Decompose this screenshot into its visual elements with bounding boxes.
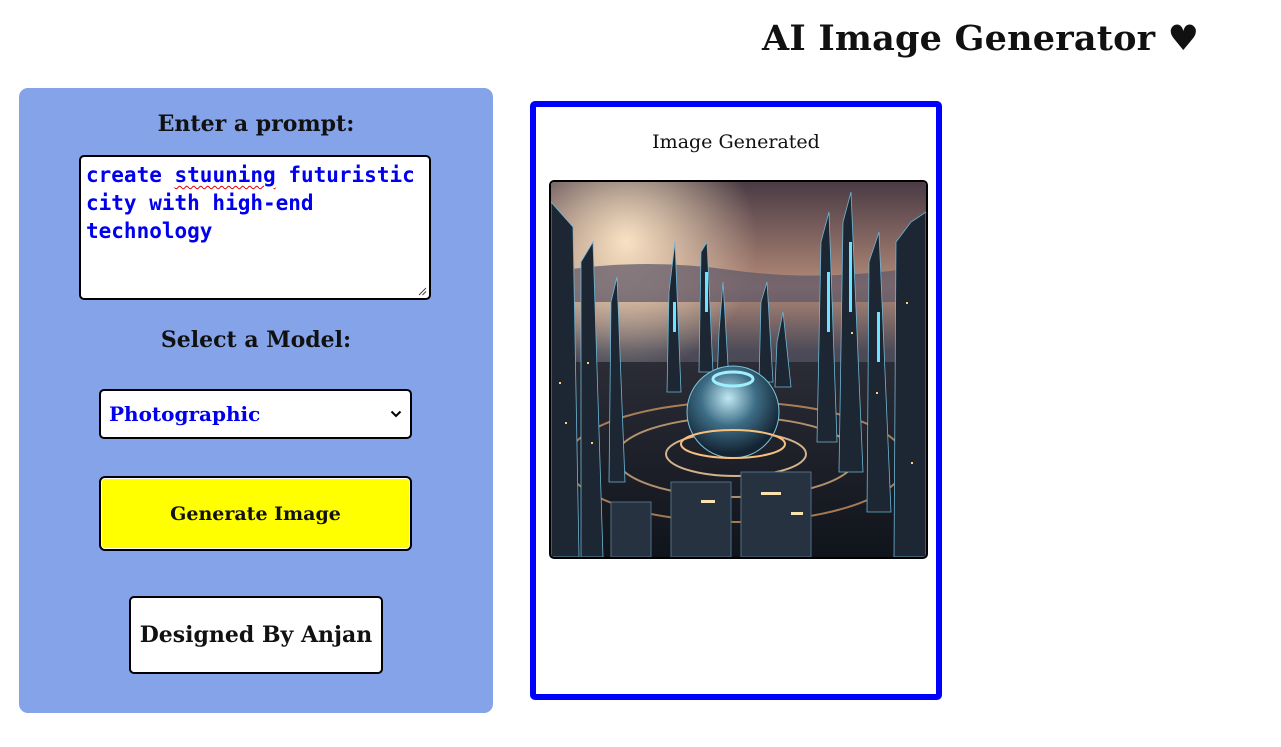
model-selected-value: Photographic — [109, 402, 261, 426]
chevron-down-icon — [390, 410, 402, 418]
prompt-textarea[interactable]: create stuuning futuristic city with hig… — [79, 155, 431, 300]
prompt-label: Enter a prompt: — [157, 111, 355, 137]
futuristic-city-image-icon — [551, 182, 926, 557]
result-label: Image Generated — [652, 131, 820, 153]
resize-grip-icon[interactable] — [417, 286, 427, 296]
page: AI Image Generator ♥ Enter a prompt: cre… — [0, 0, 1281, 747]
generated-image — [549, 180, 928, 559]
prompt-misspelled-word: stuuning — [174, 163, 276, 187]
control-panel: Enter a prompt: create stuuning futurist… — [19, 88, 493, 713]
generate-image-button[interactable]: Generate Image — [99, 476, 412, 551]
result-panel: Image Generated — [530, 101, 942, 700]
model-select[interactable]: Photographic — [99, 389, 412, 439]
prompt-text-part: create — [86, 163, 175, 187]
model-label: Select a Model: — [160, 327, 352, 353]
credit-box: Designed By Anjan — [129, 596, 383, 674]
app-title: AI Image Generator ♥ — [762, 18, 1200, 59]
